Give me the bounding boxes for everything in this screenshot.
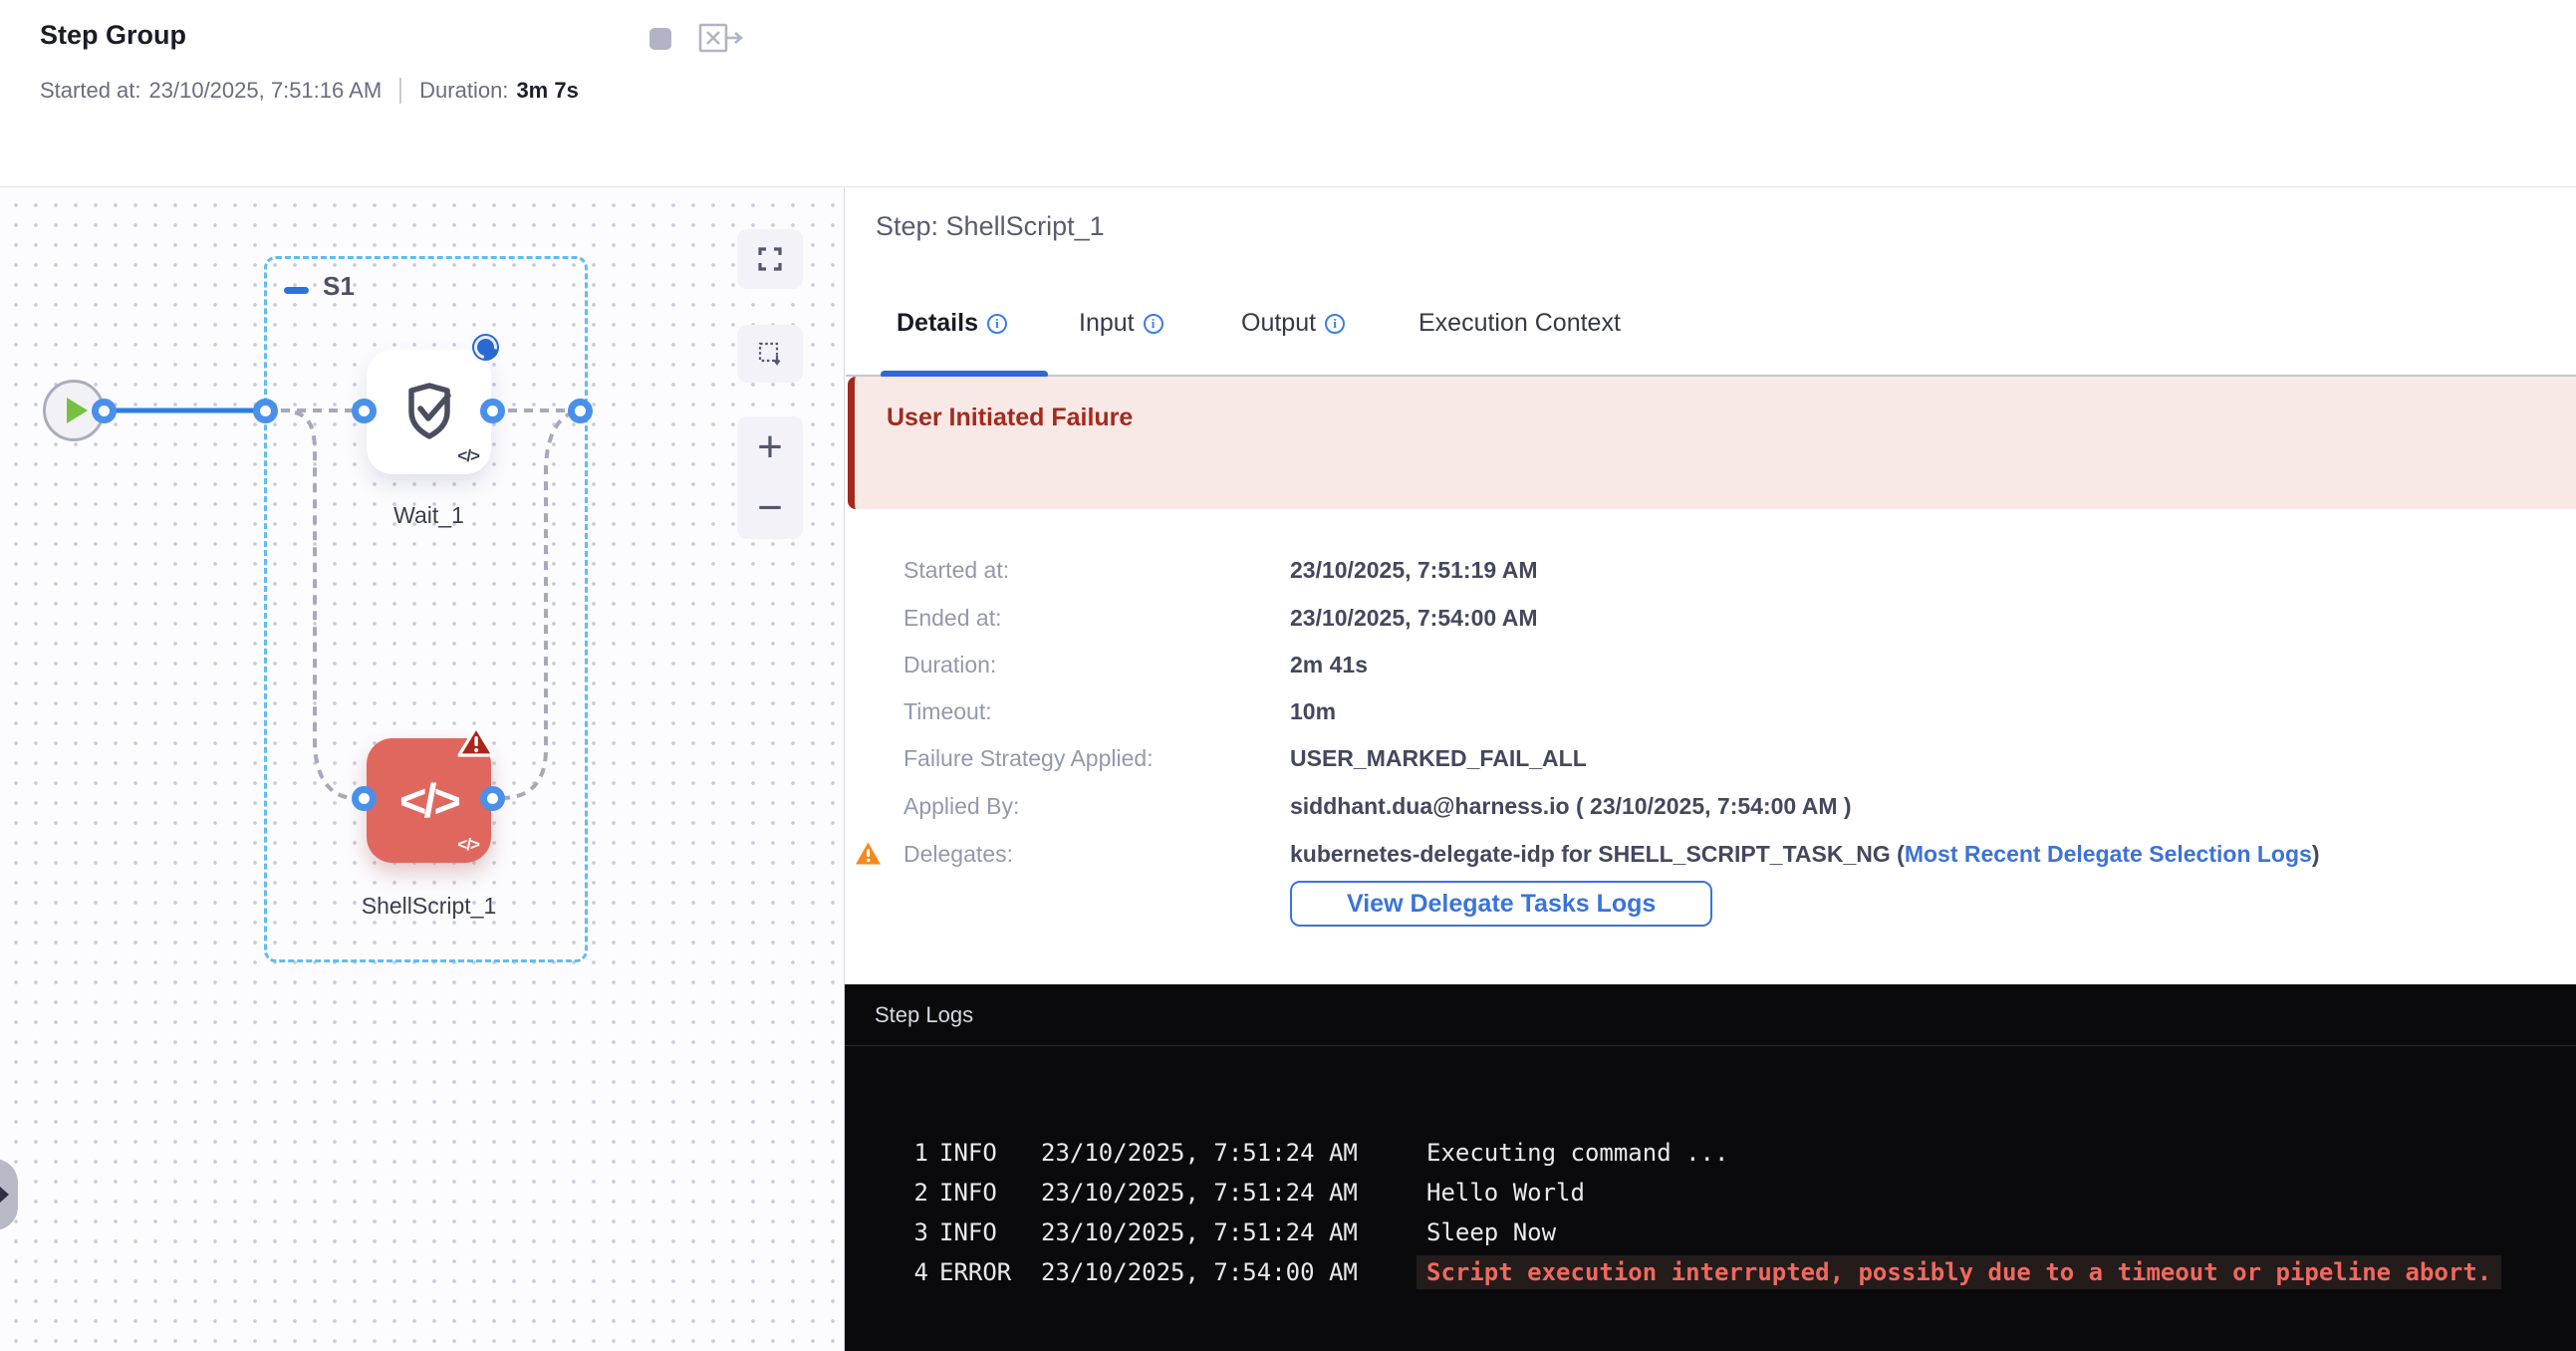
zoom-out-button[interactable]: − — [757, 486, 783, 530]
failed-status-badge — [456, 723, 496, 764]
connector-dot[interactable] — [568, 399, 593, 423]
node-wait-1[interactable]: </> — [367, 350, 491, 474]
detail-row-ended: Ended at: 23/10/2025, 7:54:00 AM — [903, 602, 1537, 634]
connector-dot[interactable] — [253, 399, 278, 423]
node-label-wait: Wait_1 — [357, 502, 501, 529]
detail-row-started: Started at: 23/10/2025, 7:51:19 AM — [903, 554, 1537, 586]
tab-output[interactable]: Output — [1241, 309, 1345, 338]
zoom-in-button[interactable]: + — [757, 425, 783, 469]
zoom-controls: + − — [737, 416, 803, 539]
warning-icon — [855, 841, 882, 872]
fullscreen-icon — [756, 245, 784, 273]
step-logs-title: Step Logs — [875, 1002, 973, 1028]
collapse-group-icon[interactable] — [284, 287, 309, 294]
tab-details[interactable]: Details — [897, 309, 1007, 338]
detail-row-applied-by: Applied By: siddhant.dua@harness.io ( 23… — [903, 790, 1852, 822]
mark-failed-exit-icon[interactable] — [697, 20, 745, 61]
tab-execution-context[interactable]: Execution Context — [1418, 309, 1621, 338]
info-icon[interactable] — [1144, 314, 1163, 334]
execution-step-group-view: Step Group Started at: 23/10/2025, 7:51:… — [0, 0, 2576, 1351]
failure-banner: User Initiated Failure — [848, 377, 2576, 509]
shield-check-icon — [396, 376, 462, 443]
connector-dot[interactable] — [352, 399, 377, 423]
detail-row-delegates: Delegates: kubernetes-delegate-idp for S… — [903, 838, 2320, 870]
connector-dot[interactable] — [480, 399, 505, 423]
log-line-error: 4 ERROR 23/10/2025, 7:54:00 AM Script ex… — [845, 1252, 2576, 1292]
step-title: Step: ShellScript_1 — [876, 211, 1105, 242]
detail-row-duration: Duration: 2m 41s — [903, 649, 1368, 680]
log-lines[interactable]: 1 INFO 23/10/2025, 7:51:24 AM Executing … — [845, 1133, 2576, 1292]
step-group-label: S1 — [323, 271, 355, 302]
duration-label: Duration: — [419, 78, 508, 104]
connector-dot[interactable] — [480, 786, 505, 811]
detail-row-timeout: Timeout: 10m — [903, 695, 1336, 727]
tabs-bar: Details Input Output Execution Context — [846, 287, 2576, 377]
failure-banner-text: User Initiated Failure — [887, 404, 1133, 432]
info-icon[interactable] — [1325, 314, 1345, 334]
connector-dot[interactable] — [92, 399, 117, 423]
pipeline-graph-canvas[interactable]: S1 </> Wait_1 </> </> ShellScript_1 — [0, 187, 845, 1351]
code-glyph: </> — [457, 835, 479, 855]
marquee-select-icon — [756, 340, 784, 368]
execution-meta: Started at: 23/10/2025, 7:51:16 AM Durat… — [40, 78, 579, 104]
info-icon[interactable] — [987, 314, 1007, 334]
detail-row-failure-strategy: Failure Strategy Applied: USER_MARKED_FA… — [903, 742, 1587, 774]
tab-input[interactable]: Input — [1079, 309, 1163, 338]
started-at-label: Started at: — [40, 78, 141, 104]
step-logs-header: Step Logs — [845, 984, 2576, 1046]
play-icon — [67, 398, 88, 423]
duration-value: 3m 7s — [516, 78, 578, 104]
step-logs-panel: Step Logs 1 INFO 23/10/2025, 7:51:24 AM … — [845, 984, 2576, 1351]
divider — [399, 78, 401, 104]
running-status-icon — [472, 334, 499, 361]
step-details-panel: Step: ShellScript_1 Details Input Output… — [846, 187, 2576, 984]
connector-dot[interactable] — [352, 786, 377, 811]
fullscreen-button[interactable] — [737, 229, 803, 289]
header: Step Group Started at: 23/10/2025, 7:51:… — [0, 0, 2576, 187]
page-title: Step Group — [40, 20, 186, 51]
view-delegate-tasks-logs-button[interactable]: View Delegate Tasks Logs — [1290, 881, 1712, 927]
code-glyph: </> — [457, 446, 479, 466]
log-line: 2 INFO 23/10/2025, 7:51:24 AM Hello Worl… — [845, 1173, 2576, 1213]
started-at-value: 23/10/2025, 7:51:16 AM — [149, 78, 383, 104]
marquee-select-button[interactable] — [737, 325, 803, 383]
log-line: 3 INFO 23/10/2025, 7:51:24 AM Sleep Now — [845, 1213, 2576, 1252]
log-line: 1 INFO 23/10/2025, 7:51:24 AM Executing … — [845, 1133, 2576, 1173]
delegates-value: kubernetes-delegate-idp for SHELL_SCRIPT… — [1290, 841, 2320, 868]
stop-square-icon[interactable] — [647, 26, 673, 57]
delegate-selection-logs-link[interactable]: Most Recent Delegate Selection Logs — [1905, 841, 2312, 867]
node-label-shellscript: ShellScript_1 — [342, 893, 516, 920]
